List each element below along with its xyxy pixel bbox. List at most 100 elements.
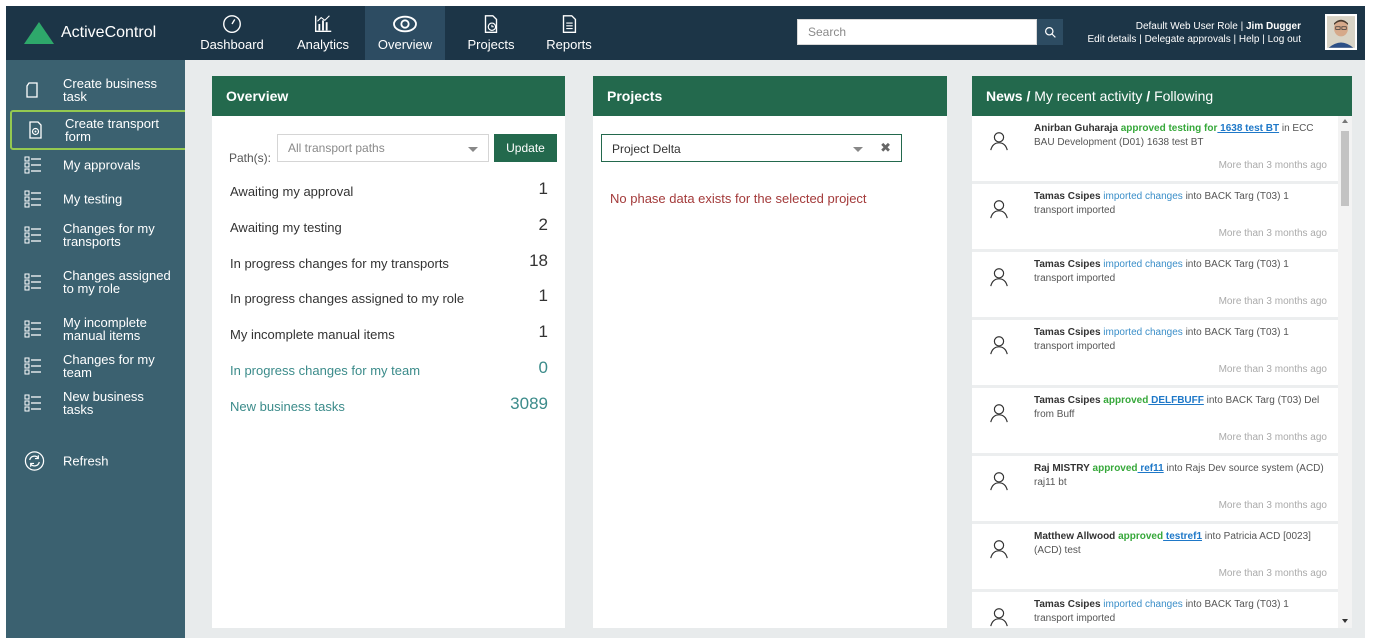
scroll-up-icon[interactable] bbox=[1342, 119, 1348, 123]
overview-row-count: 0 bbox=[538, 358, 548, 377]
sidebar-item-my-testing[interactable]: My testing bbox=[6, 186, 185, 212]
overview-row-changes-for-transports[interactable]: In progress changes for my transports 18 bbox=[230, 250, 548, 274]
title-separator: / bbox=[1026, 88, 1031, 104]
overview-row-incomplete-manual-items[interactable]: My incomplete manual items 1 bbox=[230, 321, 548, 345]
news-link[interactable]: 1638 test BT bbox=[1217, 123, 1279, 134]
news-user[interactable]: Tamas Csipes bbox=[1034, 395, 1101, 406]
user-placeholder-icon bbox=[981, 191, 1017, 227]
news-user[interactable]: Raj MISTRY bbox=[1034, 463, 1090, 474]
news-user[interactable]: Tamas Csipes bbox=[1034, 327, 1101, 338]
overview-row-changes-for-team[interactable]: In progress changes for my team 0 bbox=[230, 357, 548, 381]
sidebar-item-changes-for-my-team[interactable]: Changes for my team bbox=[6, 349, 185, 383]
nav-projects[interactable]: Projects bbox=[456, 6, 526, 60]
news-user[interactable]: Tamas Csipes bbox=[1034, 191, 1101, 202]
tab-news[interactable]: News bbox=[986, 88, 1023, 104]
overview-row-new-business-tasks[interactable]: New business tasks 3089 bbox=[230, 393, 548, 417]
paths-select-placeholder: All transport paths bbox=[288, 141, 385, 155]
nav-label: Projects bbox=[467, 37, 515, 52]
news-link[interactable]: DELFBUFF bbox=[1148, 395, 1204, 406]
news-item[interactable]: Tamas Csipes imported changes into BACK … bbox=[972, 184, 1338, 249]
news-timestamp: More than 3 months ago bbox=[1218, 500, 1327, 511]
sidebar: Create business task Create transport fo… bbox=[6, 60, 197, 638]
bar-chart-icon bbox=[284, 6, 362, 38]
tab-following[interactable]: Following bbox=[1154, 88, 1213, 104]
tab-my-recent-activity[interactable]: My recent activity bbox=[1034, 88, 1142, 104]
news-action: imported changes bbox=[1103, 191, 1183, 202]
panel-title: Overview bbox=[212, 76, 565, 116]
news-user[interactable]: Matthew Allwood bbox=[1034, 531, 1115, 542]
news-item[interactable]: Tamas Csipes imported changes into BACK … bbox=[972, 320, 1338, 385]
news-item[interactable]: Tamas Csipes imported changes into BACK … bbox=[972, 592, 1338, 628]
news-item[interactable]: Raj MISTRY approved ref11 into Rajs Dev … bbox=[972, 456, 1338, 521]
scrollbar-thumb[interactable] bbox=[1341, 131, 1349, 206]
overview-row-awaiting-testing[interactable]: Awaiting my testing 2 bbox=[230, 214, 548, 238]
delegate-approvals-link[interactable]: Delegate approvals bbox=[1145, 34, 1231, 45]
news-user[interactable]: Anirban Guharaja bbox=[1034, 123, 1118, 134]
no-phase-message: No phase data exists for the selected pr… bbox=[610, 191, 867, 206]
news-user[interactable]: Tamas Csipes bbox=[1034, 599, 1101, 610]
search-button[interactable] bbox=[1037, 19, 1063, 45]
user-placeholder-icon bbox=[981, 599, 1017, 628]
edit-details-link[interactable]: Edit details bbox=[1087, 34, 1136, 45]
nav-reports[interactable]: Reports bbox=[539, 6, 599, 60]
news-link[interactable]: ref11 bbox=[1138, 463, 1163, 474]
sidebar-item-label: Changes for my transports bbox=[63, 221, 155, 249]
user-placeholder-icon bbox=[981, 259, 1017, 295]
overview-row-awaiting-approval[interactable]: Awaiting my approval 1 bbox=[230, 178, 548, 202]
project-clock-icon bbox=[456, 6, 526, 38]
sidebar-item-changes-assigned-to-my-role[interactable]: Changes assigned to my role bbox=[6, 258, 185, 306]
search-icon bbox=[1044, 26, 1056, 38]
overview-panel: Overview Path(s): All transport paths Up… bbox=[212, 76, 565, 628]
search-input[interactable] bbox=[797, 19, 1037, 45]
nav-dashboard[interactable]: Dashboard bbox=[195, 6, 269, 60]
sidebar-item-refresh[interactable]: Refresh bbox=[6, 448, 185, 474]
news-text: Tamas Csipes imported changes into BACK … bbox=[1034, 326, 1330, 354]
sidebar-item-create-business-task[interactable]: Create business task bbox=[6, 72, 185, 108]
sidebar-item-create-transport-form[interactable]: Create transport form bbox=[10, 110, 197, 150]
sidebar-item-changes-for-my-transports[interactable]: Changes for my transports bbox=[6, 218, 185, 252]
main-content: Overview Path(s): All transport paths Up… bbox=[185, 60, 1365, 638]
transport-paths-select[interactable]: All transport paths bbox=[277, 134, 489, 162]
news-action: imported changes bbox=[1103, 259, 1183, 270]
checklist-icon bbox=[24, 190, 41, 208]
nav-analytics[interactable]: Analytics bbox=[284, 6, 362, 60]
chevron-down-icon bbox=[468, 147, 478, 152]
nav-label: Reports bbox=[546, 37, 592, 52]
brand[interactable]: ActiveControl bbox=[6, 6, 185, 60]
news-item[interactable]: Tamas Csipes imported changes into BACK … bbox=[972, 252, 1338, 317]
overview-row-assigned-to-role[interactable]: In progress changes assigned to my role … bbox=[230, 285, 548, 309]
news-action: imported changes bbox=[1103, 599, 1183, 610]
overview-row-label: Awaiting my testing bbox=[230, 220, 342, 235]
log-out-link[interactable]: Log out bbox=[1268, 34, 1301, 45]
sidebar-item-new-business-tasks[interactable]: New business tasks bbox=[6, 386, 185, 420]
user-placeholder-icon bbox=[981, 531, 1017, 567]
news-timestamp: More than 3 months ago bbox=[1218, 228, 1327, 239]
update-button[interactable]: Update bbox=[494, 134, 557, 162]
sidebar-item-my-incomplete-manual-items[interactable]: My incomplete manual items bbox=[6, 312, 185, 346]
sidebar-item-label: Changes assigned to my role bbox=[63, 268, 171, 296]
sidebar-item-label: Changes for my team bbox=[63, 352, 155, 380]
user-placeholder-icon bbox=[981, 327, 1017, 363]
news-item[interactable]: Matthew Allwood approved testref1 into P… bbox=[972, 524, 1338, 589]
sidebar-item-label: My approvals bbox=[63, 157, 141, 173]
news-scrollbar[interactable] bbox=[1338, 116, 1352, 628]
news-user[interactable]: Tamas Csipes bbox=[1034, 259, 1101, 270]
overview-row-label: In progress changes for my transports bbox=[230, 256, 449, 271]
help-link[interactable]: Help bbox=[1239, 34, 1260, 45]
user-placeholder-icon bbox=[981, 123, 1017, 159]
top-bar: ActiveControl Dashboard Analytics Overvi… bbox=[6, 6, 1365, 60]
nav-overview[interactable]: Overview bbox=[365, 6, 445, 60]
news-item[interactable]: Tamas Csipes approved DELFBUFF into BACK… bbox=[972, 388, 1338, 453]
avatar[interactable] bbox=[1325, 14, 1357, 50]
news-item[interactable]: Anirban Guharaja approved testing for 16… bbox=[972, 116, 1338, 181]
nav-label: Analytics bbox=[296, 37, 350, 52]
scroll-down-icon[interactable] bbox=[1342, 619, 1348, 623]
sidebar-item-my-approvals[interactable]: My approvals bbox=[6, 152, 185, 178]
project-select[interactable]: Project Delta ✖ bbox=[601, 134, 902, 162]
overview-row-count: 18 bbox=[529, 251, 548, 270]
clear-icon[interactable]: ✖ bbox=[880, 140, 891, 156]
checklist-icon bbox=[24, 357, 41, 375]
news-link[interactable]: testref1 bbox=[1163, 531, 1202, 542]
overview-row-count: 1 bbox=[538, 286, 548, 305]
paths-label: Path(s): bbox=[229, 151, 272, 165]
